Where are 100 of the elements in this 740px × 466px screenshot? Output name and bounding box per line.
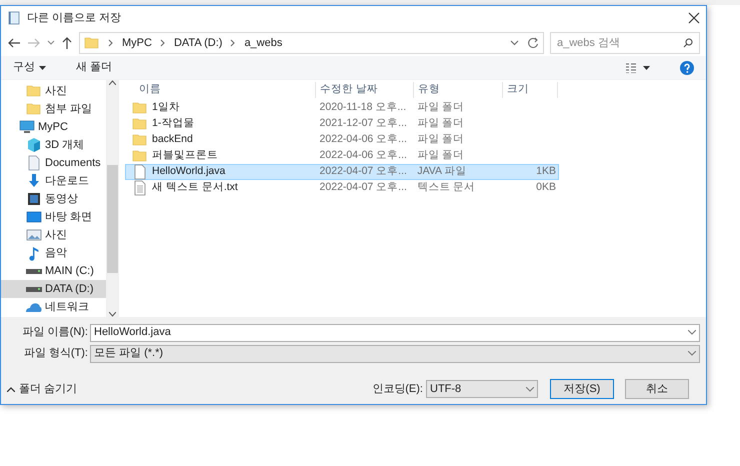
cube-icon (26, 137, 42, 153)
save-button[interactable]: 저장(S) (550, 379, 614, 399)
file-size: 1KB (536, 165, 556, 178)
filename-field[interactable]: HelloWorld.java (90, 324, 700, 342)
folder-icon (132, 116, 148, 132)
file-name: backEnd (152, 132, 193, 148)
filetype-dropdown[interactable]: 모든 파일 (*.*) (90, 344, 700, 362)
up-arrow-icon (61, 36, 73, 50)
sidebar-label: DATA (D:) (45, 282, 94, 297)
file-type: 파일 폴더 (416, 100, 466, 116)
organize-menu[interactable]: 구성 (13, 59, 46, 76)
sidebar-item[interactable]: 동영상 (1, 190, 106, 208)
scroll-down-icon (109, 312, 116, 317)
search-field[interactable]: a_webs 검색 (550, 32, 700, 54)
file-name: 퍼블및프론트 (152, 148, 218, 164)
sidebar-item[interactable]: MAIN (C:) (1, 262, 106, 280)
chevron-right-icon (108, 39, 114, 47)
search-placeholder: a_webs 검색 (557, 36, 620, 51)
sidebar-label: 다운로드 (45, 174, 89, 189)
folder-icon (26, 83, 42, 99)
field-value: 모든 파일 (*.*) (94, 346, 164, 362)
folder-icon (132, 100, 148, 116)
view-options-icon (626, 62, 650, 72)
sidebar-label: Documents (45, 156, 101, 171)
sidebar-item[interactable]: MyPC (1, 118, 106, 136)
column-header[interactable]: 이름 (125, 82, 315, 98)
column-header[interactable]: 크기 (502, 82, 558, 98)
sidebar-item[interactable]: 3D 개체 (1, 136, 106, 154)
field-label: 파일 이름(N): (22, 325, 89, 340)
column-header[interactable]: 유형 (413, 82, 502, 98)
file-date: 2022-04-06 오후... (318, 148, 408, 164)
scroll-up-icon (109, 80, 116, 85)
sidebar-label: MAIN (C:) (45, 264, 94, 279)
sidebar-item[interactable]: 바탕 화면 (1, 208, 106, 226)
file-size: 0KB (536, 181, 556, 194)
picture-icon (26, 227, 42, 243)
scrollbar[interactable] (106, 80, 119, 317)
file-date: 2021-12-07 오후... (318, 116, 408, 132)
column-header[interactable]: 수정한 날짜 (315, 82, 413, 98)
chevron-down-icon (47, 39, 55, 47)
chevron-right-icon (160, 39, 166, 47)
breadcrumb-item[interactable]: a_webs (244, 34, 282, 52)
encoding-dropdown[interactable]: UTF-8 (426, 380, 538, 398)
sidebar-label: 네트워크 (45, 300, 89, 315)
file-date: 2022-04-06 오후... (318, 132, 408, 148)
cancel-button[interactable]: 취소 (625, 379, 689, 399)
forward-arrow-icon (27, 37, 41, 49)
chevron-down-icon (526, 386, 534, 392)
new-folder-button[interactable]: 새 폴더 (76, 59, 112, 76)
sidebar-item[interactable]: Documents (1, 154, 106, 172)
file-icon (132, 164, 148, 180)
file-row[interactable]: 퍼블및프론트 2022-04-06 오후... 파일 폴더 (125, 148, 559, 164)
file-type: 파일 폴더 (416, 148, 466, 164)
chevron-down-icon (688, 351, 696, 356)
address-bar[interactable]: MyPC DATA (D:) a_webs (79, 32, 544, 54)
sidebar-item[interactable]: 사진 (1, 82, 106, 100)
breadcrumb-item[interactable]: MyPC (122, 34, 152, 52)
chevron-right-icon (230, 39, 236, 47)
sidebar-label: 사진 (45, 84, 67, 99)
chevron-down-icon (688, 330, 696, 335)
breadcrumb-item[interactable]: DATA (D:) (174, 34, 222, 52)
file-type: JAVA 파일 (416, 164, 468, 180)
file-type: 파일 폴더 (416, 132, 466, 148)
file-row[interactable]: HelloWorld.java 2022-04-07 오후... JAVA 파일 1KB (125, 164, 559, 180)
file-row[interactable]: 1-작업물 2021-12-07 오후... 파일 폴더 (125, 116, 559, 132)
file-name: HelloWorld.java (152, 164, 226, 180)
close-icon (688, 12, 700, 24)
chevron-up-icon (7, 386, 15, 392)
field-label: 파일 형식(T): (22, 346, 89, 362)
file-name: 새 텍스트 문서.txt (152, 180, 238, 196)
sidebar-item[interactable]: 첨부 파일 (1, 100, 106, 118)
file-date: 2022-04-07 오후... (318, 164, 408, 180)
sidebar-item[interactable]: 사진 (1, 226, 106, 244)
file-row[interactable]: 1일차 2020-11-18 오후... 파일 폴더 (125, 100, 559, 116)
sidebar-item[interactable]: 네트워크 (1, 298, 106, 316)
help-icon (680, 60, 694, 74)
file-row[interactable]: backEnd 2022-04-06 오후... 파일 폴더 (125, 132, 559, 148)
file-date: 2020-11-18 오후... (318, 100, 408, 116)
network-icon (26, 302, 42, 312)
down-arrow-icon (26, 173, 42, 189)
folder-icon (26, 101, 42, 117)
monitor-icon (26, 209, 42, 225)
sidebar-label: 동영상 (45, 192, 78, 207)
sidebar-label: 바탕 화면 (45, 210, 92, 225)
scroll-thumb[interactable] (107, 165, 118, 273)
file-row[interactable]: 새 텍스트 문서.txt 2022-04-07 오후... 텍스트 문서 0KB (125, 180, 559, 196)
folder-icon (84, 35, 100, 51)
sidebar-item[interactable]: 음악 (1, 244, 106, 262)
file-name: 1-작업물 (152, 116, 194, 132)
sidebar-label: 3D 개체 (45, 138, 84, 153)
file-type: 파일 폴더 (416, 116, 466, 132)
sidebar-item[interactable]: DATA (D:) (1, 280, 106, 298)
window-title: 다른 이름으로 저장 (27, 10, 122, 26)
document-icon (26, 155, 42, 171)
caret-icon (39, 66, 46, 70)
drive-icon (26, 286, 42, 292)
monitor-icon (19, 119, 35, 135)
sidebar-label: 사진 (45, 228, 67, 243)
sidebar-item[interactable]: 다운로드 (1, 172, 106, 190)
hide-folders-toggle[interactable]: 폴더 숨기기 (7, 380, 78, 398)
